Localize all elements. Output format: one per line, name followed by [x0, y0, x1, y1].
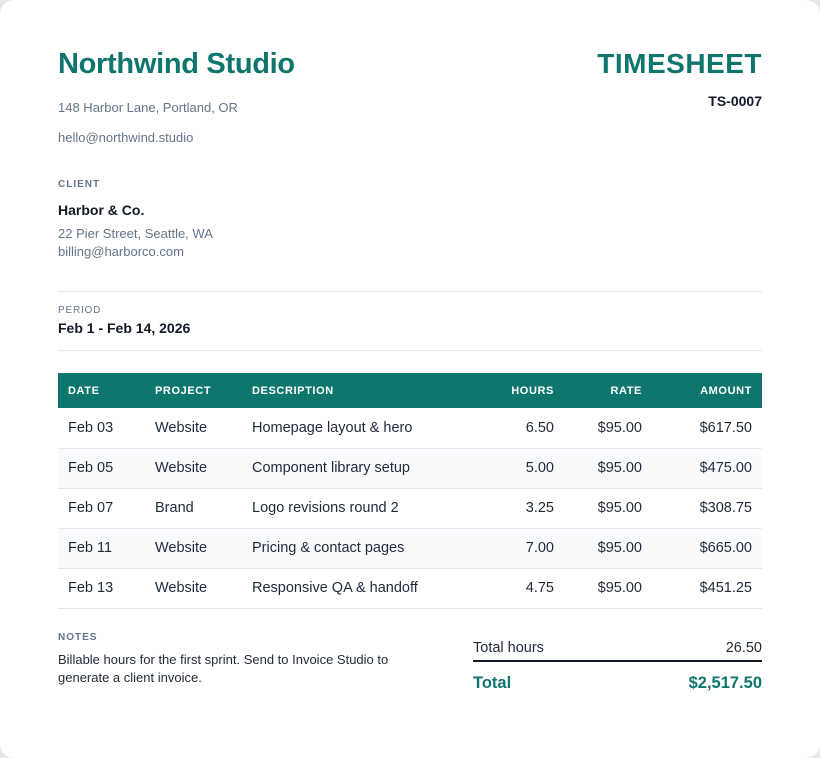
grand-total-label: Total [473, 674, 512, 692]
timesheet-document: Northwind Studio 148 Harbor Lane, Portla… [0, 0, 820, 758]
cell-amount: $665.00 [652, 528, 762, 569]
cell-hours: 4.75 [477, 568, 564, 609]
company-name: Northwind Studio [58, 48, 295, 80]
cell-project: Website [145, 568, 242, 609]
cell-project: Website [145, 528, 242, 569]
cell-date: Feb 07 [58, 488, 145, 529]
cell-project: Website [145, 448, 242, 489]
header-date: DATE [58, 373, 145, 408]
cell-hours: 7.00 [477, 528, 564, 569]
cell-date: Feb 03 [58, 408, 145, 449]
grand-total-value: $2,517.50 [688, 674, 762, 692]
cell-amount: $308.75 [652, 488, 762, 529]
cell-date: Feb 13 [58, 568, 145, 609]
cell-description: Responsive QA & handoff [242, 568, 477, 609]
header-amount: AMOUNT [652, 373, 762, 408]
cell-description: Component library setup [242, 448, 477, 489]
client-address: 22 Pier Street, Seattle, WA [58, 226, 213, 241]
notes-label: NOTES [58, 632, 98, 643]
cell-rate: $95.00 [564, 408, 652, 449]
cell-rate: $95.00 [564, 448, 652, 489]
table-row: Feb 05 Website Component library setup 5… [58, 448, 762, 489]
cell-rate: $95.00 [564, 488, 652, 529]
total-hours-row: Total hours 26.50 [473, 636, 762, 662]
header-project: PROJECT [145, 373, 242, 408]
cell-rate: $95.00 [564, 528, 652, 569]
cell-project: Brand [145, 488, 242, 529]
client-name: Harbor & Co. [58, 202, 145, 218]
totals-summary: Total hours 26.50 Total $2,517.50 [473, 636, 762, 693]
client-label: CLIENT [58, 179, 101, 190]
cell-description: Homepage layout & hero [242, 408, 477, 449]
header-rate: RATE [564, 373, 652, 408]
table-row: Feb 07 Brand Logo revisions round 2 3.25… [58, 488, 762, 529]
cell-hours: 3.25 [477, 488, 564, 529]
table-row: Feb 03 Website Homepage layout & hero 6.… [58, 408, 762, 449]
cell-hours: 6.50 [477, 408, 564, 449]
document-number: TS-0007 [708, 93, 762, 109]
header-description: DESCRIPTION [242, 373, 477, 408]
company-address: 148 Harbor Lane, Portland, OR [58, 100, 238, 115]
company-email: hello@northwind.studio [58, 130, 194, 145]
cell-description: Pricing & contact pages [242, 528, 477, 569]
grand-total-row: Total $2,517.50 [473, 674, 762, 693]
table-row: Feb 13 Website Responsive QA & handoff 4… [58, 568, 762, 609]
divider [58, 350, 762, 351]
cell-description: Logo revisions round 2 [242, 488, 477, 529]
table-header-row: DATE PROJECT DESCRIPTION HOURS RATE AMOU… [58, 373, 762, 408]
notes-text: Billable hours for the first sprint. Sen… [58, 652, 389, 685]
header-hours: HOURS [477, 373, 564, 408]
cell-date: Feb 05 [58, 448, 145, 489]
client-email: billing@harborco.com [58, 244, 184, 259]
divider [58, 291, 762, 292]
period-label: PERIOD [58, 305, 102, 316]
cell-amount: $451.25 [652, 568, 762, 609]
period-value: Feb 1 - Feb 14, 2026 [58, 320, 191, 336]
table-row: Feb 11 Website Pricing & contact pages 7… [58, 528, 762, 569]
cell-amount: $475.00 [652, 448, 762, 489]
document-title: TIMESHEET [597, 48, 762, 79]
cell-rate: $95.00 [564, 568, 652, 609]
cell-hours: 5.00 [477, 448, 564, 489]
cell-amount: $617.50 [652, 408, 762, 449]
entries-table: DATE PROJECT DESCRIPTION HOURS RATE AMOU… [58, 373, 762, 609]
total-hours-label: Total hours [473, 640, 544, 656]
cell-date: Feb 11 [58, 528, 145, 569]
cell-project: Website [145, 408, 242, 449]
total-hours-value: 26.50 [725, 640, 762, 656]
